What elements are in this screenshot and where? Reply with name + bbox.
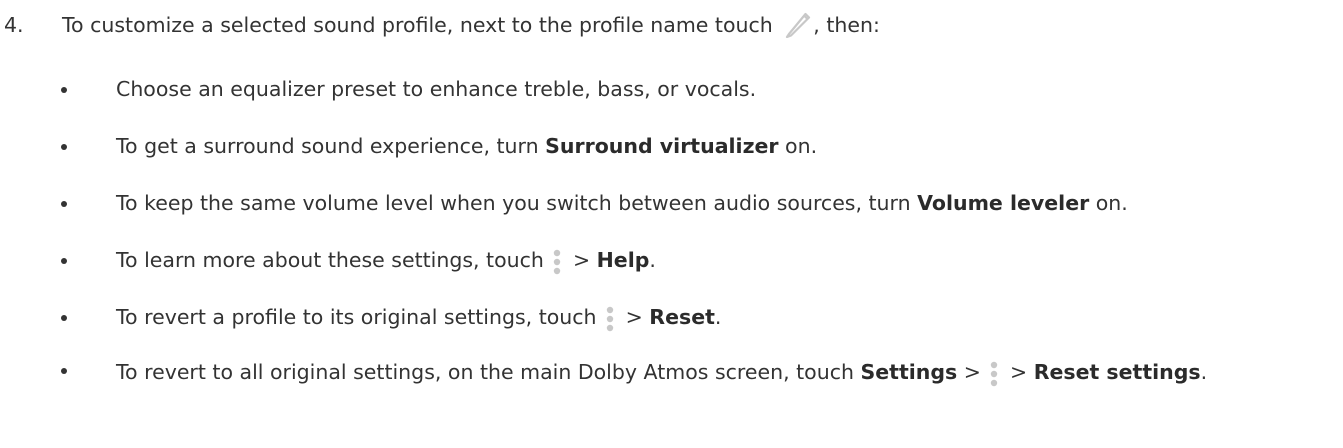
menu-option-reset: Reset bbox=[649, 305, 715, 329]
step-text: To customize a selected sound profile, n… bbox=[62, 10, 880, 40]
bullet-text: To learn more about these settings, touc… bbox=[116, 245, 656, 275]
bullet-text: To keep the same volume level when you s… bbox=[116, 191, 1128, 215]
step-number: 4. bbox=[4, 13, 24, 37]
bullet-icon bbox=[61, 315, 67, 321]
pencil-icon bbox=[783, 10, 813, 39]
more-vertical-icon bbox=[605, 306, 615, 332]
bullet-icon bbox=[61, 201, 67, 207]
menu-option-reset-settings: Reset settings bbox=[1033, 360, 1201, 384]
bullet-icon bbox=[61, 144, 67, 150]
bullet-text: To get a surround sound experience, turn… bbox=[116, 134, 818, 158]
bullet-text: Choose an equalizer preset to enhance tr… bbox=[116, 77, 757, 101]
menu-option-settings: Settings bbox=[860, 360, 958, 384]
bullet-icon bbox=[61, 87, 67, 93]
bullet-icon bbox=[61, 258, 67, 264]
step-text-after-icon: , then: bbox=[813, 13, 880, 37]
instruction-step: 4. To customize a selected sound profile… bbox=[0, 0, 1343, 448]
setting-name-surround-virtualizer: Surround virtualizer bbox=[545, 134, 779, 158]
bullet-icon bbox=[61, 368, 67, 374]
step-text-before-icon: To customize a selected sound profile, n… bbox=[62, 13, 780, 37]
bullet-text: To revert to all original settings, on t… bbox=[116, 355, 1296, 389]
bullet-text: To revert a profile to its original sett… bbox=[116, 302, 721, 332]
more-vertical-icon bbox=[989, 361, 999, 387]
more-vertical-icon bbox=[552, 249, 562, 275]
menu-option-help: Help bbox=[596, 248, 650, 272]
setting-name-volume-leveler: Volume leveler bbox=[917, 191, 1090, 215]
